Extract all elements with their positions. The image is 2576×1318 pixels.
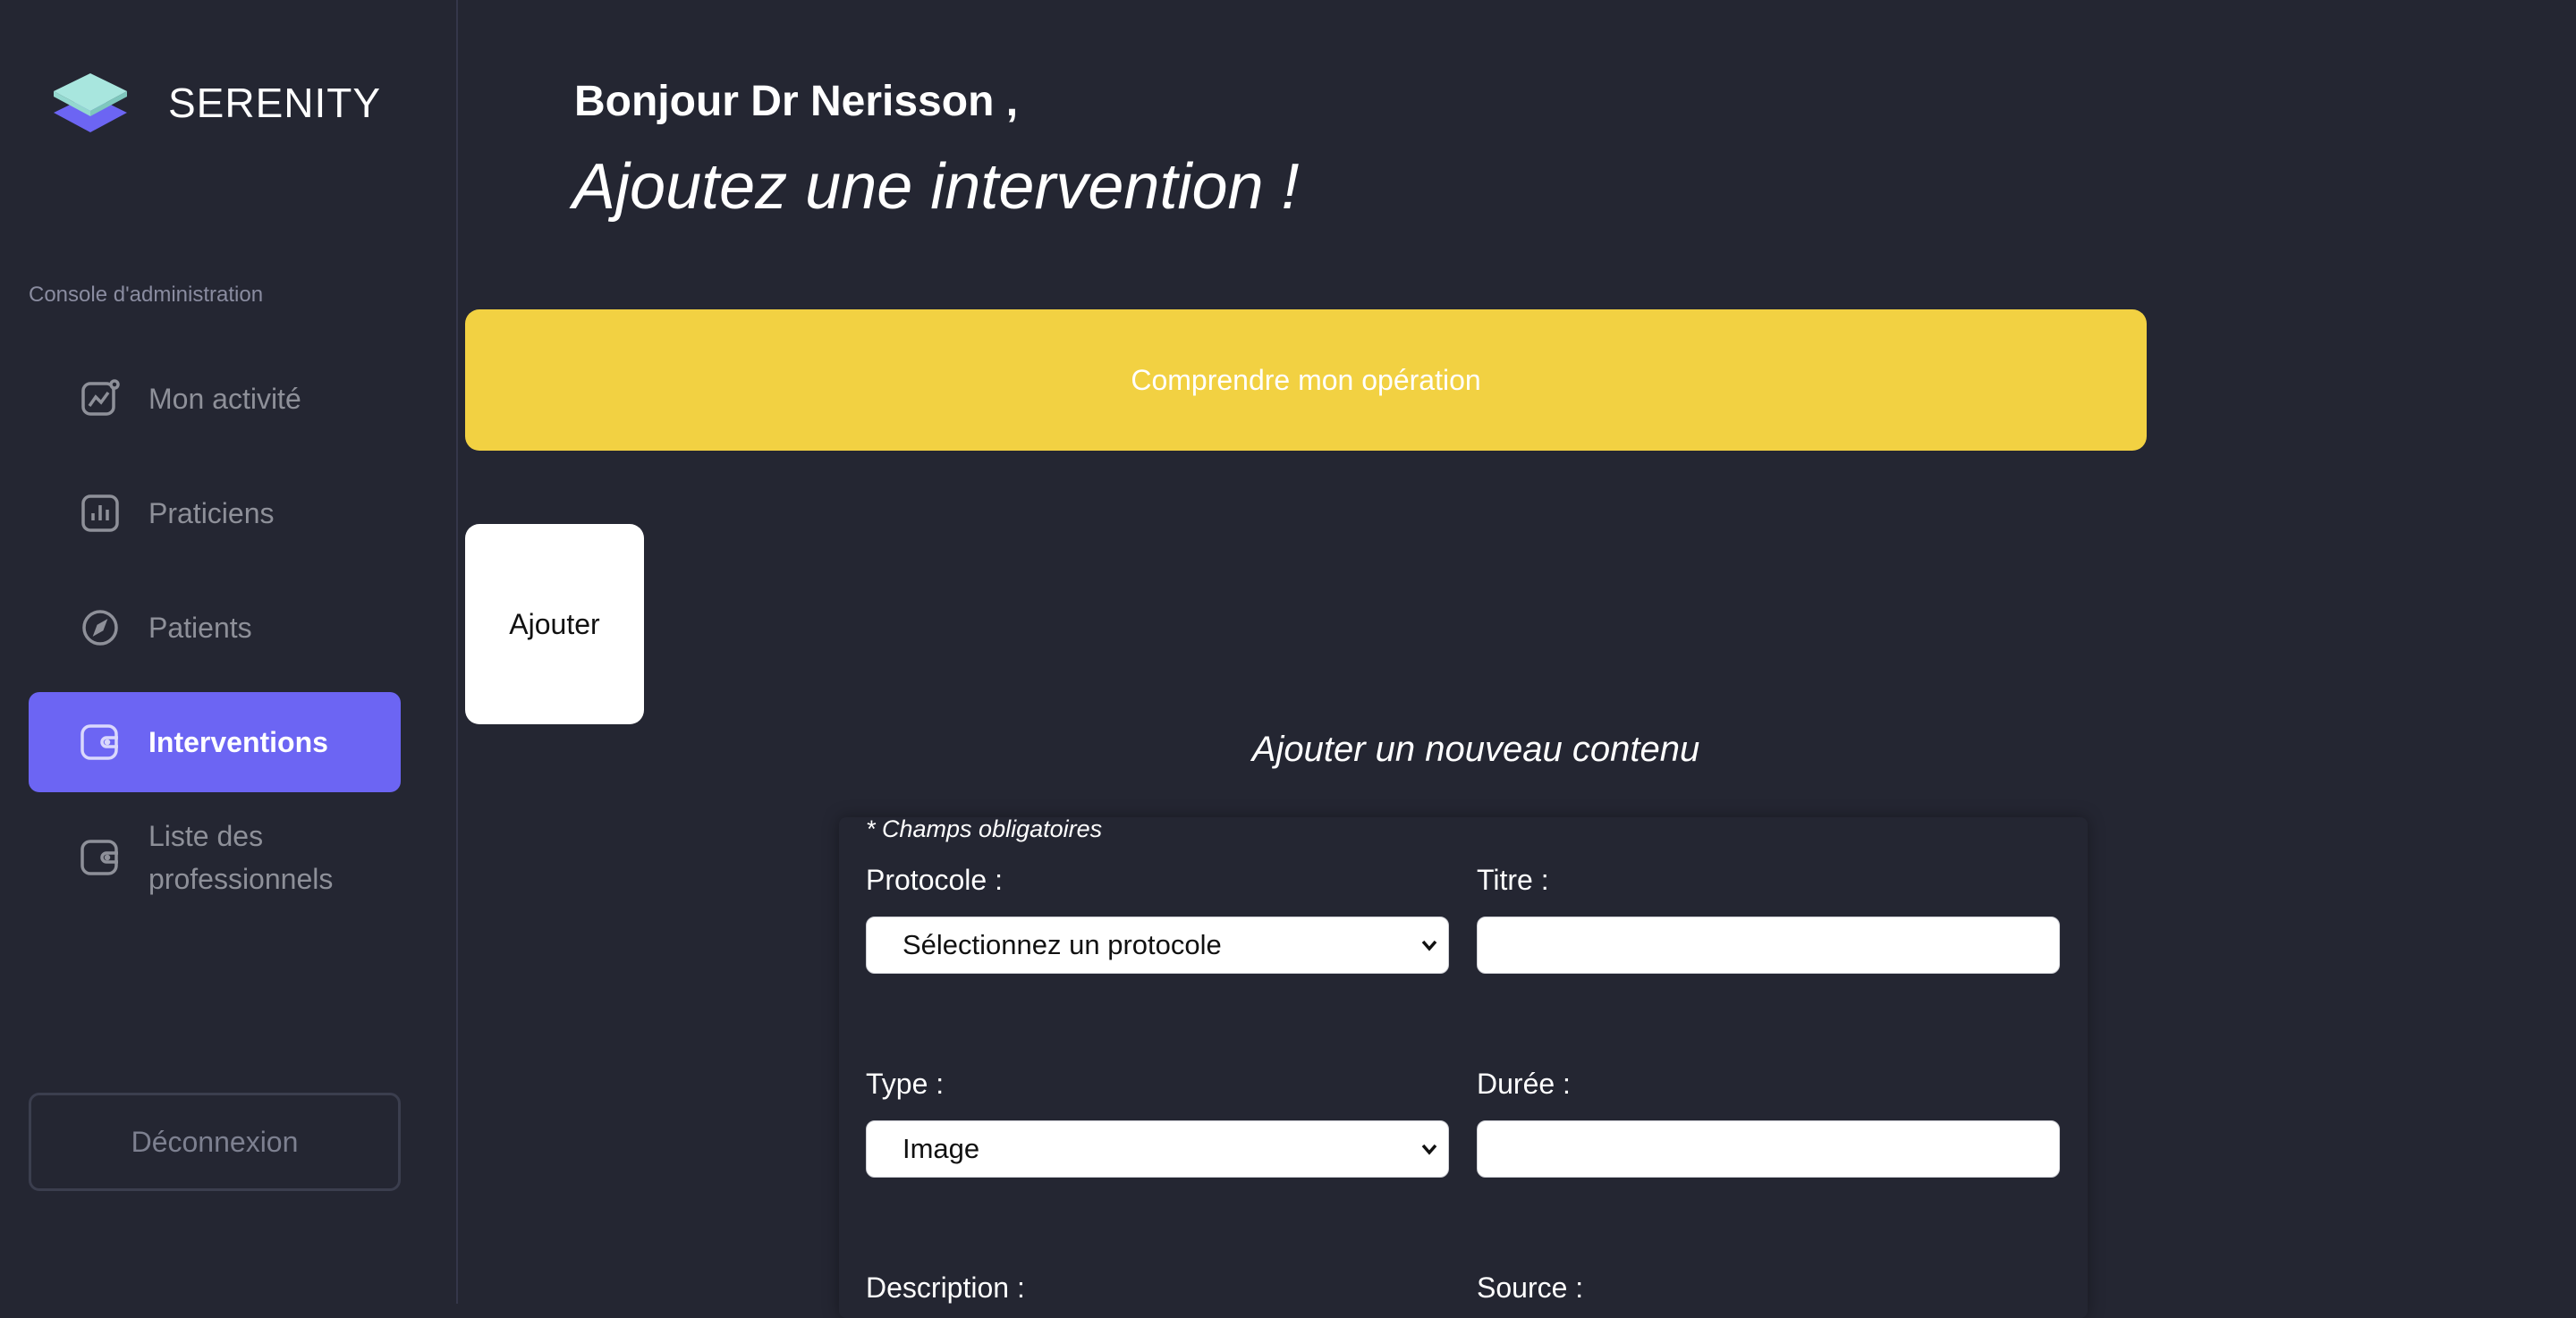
sidebar: SERENITY Console d'administration Mon ac…: [0, 0, 458, 1304]
sidebar-item-patients[interactable]: Patients: [29, 578, 401, 678]
sidebar-item-label: Liste des professionnels: [148, 820, 334, 895]
type-select-value: Image: [902, 1133, 980, 1164]
sidebar-item-label: Praticiens: [148, 497, 275, 529]
greeting-text: Bonjour Dr Nerisson ,: [574, 78, 1019, 125]
sidebar-item-praticiens[interactable]: Praticiens: [29, 463, 401, 563]
duree-input[interactable]: [1477, 1120, 2060, 1178]
required-fields-note: * Champs obligatoires: [866, 815, 1103, 842]
sidebar-item-liste-des-professionnels[interactable]: Liste des professionnels: [29, 808, 401, 907]
bar-chart-icon: [79, 492, 122, 535]
protocole-label: Protocole :: [866, 864, 1003, 896]
chevron-down-icon: [1421, 1144, 1437, 1155]
compass-icon: [79, 606, 122, 649]
protocole-select-value: Sélectionnez un protocole: [902, 929, 1222, 960]
sidebar-item-label: Mon activité: [148, 383, 301, 415]
form-section-title: Ajouter un nouveau contenu: [1251, 730, 1700, 769]
duree-label: Durée :: [1477, 1068, 1571, 1100]
chevron-down-icon: [1421, 940, 1437, 951]
add-button[interactable]: Ajouter: [465, 524, 644, 724]
sidebar-item-label: Patients: [148, 612, 252, 644]
understand-operation-button[interactable]: Comprendre mon opération: [465, 309, 2147, 451]
titre-input[interactable]: [1477, 917, 2060, 974]
wallet-icon: [79, 836, 122, 879]
console-section-label: Console d'administration: [29, 283, 264, 307]
add-content-form: [839, 817, 2088, 1318]
logout-button[interactable]: Déconnexion: [29, 1093, 401, 1191]
sidebar-item-mon-activite[interactable]: Mon activité: [29, 349, 401, 449]
serenity-logo-icon: [54, 73, 127, 132]
brand-name: SERENITY: [168, 80, 382, 126]
type-label: Type :: [866, 1068, 945, 1100]
protocole-select[interactable]: Sélectionnez un protocole: [866, 917, 1449, 974]
page-title: Ajoutez une intervention !: [572, 151, 1300, 223]
titre-label: Titre :: [1477, 864, 1549, 896]
type-select[interactable]: Image: [866, 1120, 1449, 1178]
source-label: Source :: [1477, 1272, 1584, 1304]
description-label: Description :: [866, 1272, 1025, 1304]
activity-chart-icon: [79, 377, 122, 420]
